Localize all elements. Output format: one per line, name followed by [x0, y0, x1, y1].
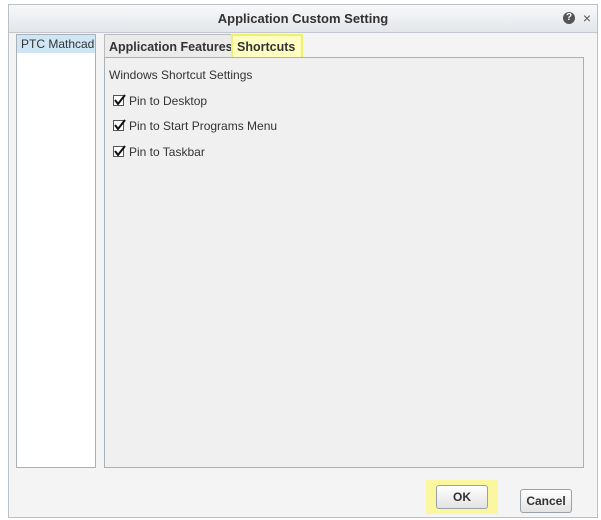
- tab-shortcuts[interactable]: Shortcuts: [231, 34, 303, 58]
- checkmark-icon: [114, 145, 126, 157]
- ok-button[interactable]: OK: [436, 485, 488, 509]
- title-bar: Application Custom Setting ? ×: [9, 5, 597, 33]
- option-label: Pin to Desktop: [129, 94, 208, 108]
- ok-button-highlight: OK: [426, 480, 498, 514]
- checkbox-pin-to-start-programs-menu[interactable]: [113, 119, 126, 131]
- close-icon[interactable]: ×: [583, 9, 591, 27]
- sidebar: PTC Mathcad: [16, 34, 96, 468]
- sidebar-item-ptc-mathcad[interactable]: PTC Mathcad: [17, 35, 95, 53]
- dialog-title: Application Custom Setting: [217, 11, 389, 26]
- tab-application-features[interactable]: Application Features: [104, 34, 233, 58]
- checkmark-icon: [114, 94, 126, 106]
- option-label: Pin to Start Programs Menu: [129, 119, 278, 133]
- option-label: Pin to Taskbar: [129, 145, 205, 159]
- help-icon[interactable]: ?: [563, 12, 575, 24]
- shortcuts-panel: Windows Shortcut Settings Pin to Desktop…: [104, 57, 584, 468]
- checkmark-icon: [114, 119, 126, 131]
- panel-heading: Windows Shortcut Settings: [109, 68, 253, 82]
- cancel-button[interactable]: Cancel: [520, 489, 572, 513]
- checkbox-pin-to-taskbar[interactable]: [113, 145, 126, 157]
- checkbox-pin-to-desktop[interactable]: [113, 94, 126, 106]
